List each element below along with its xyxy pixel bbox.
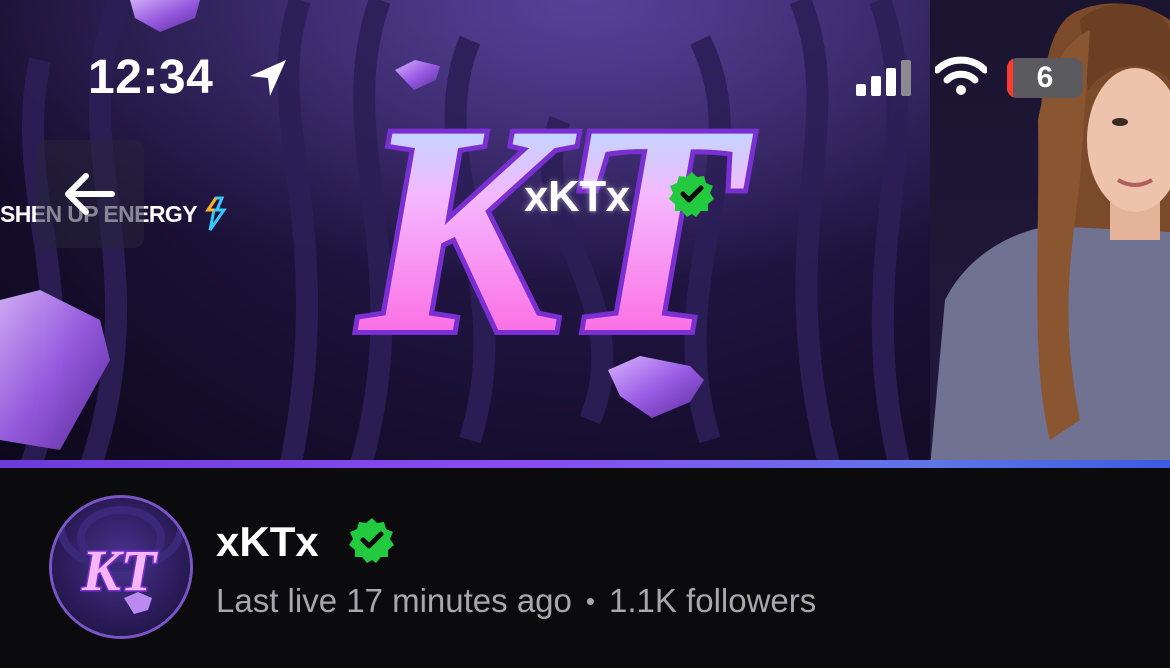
avatar-monogram: KT	[81, 538, 159, 603]
signal-icon	[856, 60, 911, 96]
kt-monogram: KT	[355, 63, 757, 395]
avatar[interactable]: KT	[52, 498, 190, 636]
channel-info: KT xKTx Last live 17 minutes ago • 1.1K …	[0, 468, 1170, 668]
channel-meta: Last live 17 minutes ago • 1.1K follower…	[216, 582, 816, 620]
back-arrow-icon	[65, 173, 115, 215]
wifi-icon	[935, 56, 987, 95]
channel-name[interactable]: xKTx	[216, 518, 319, 566]
location-arrow-icon	[250, 60, 286, 96]
last-live-text: Last live 17 minutes ago	[216, 582, 572, 619]
battery-level: 6	[1036, 61, 1054, 94]
banner-accent-stripe	[0, 460, 1170, 468]
banner-logo-name: xKTx	[524, 172, 630, 221]
energy-bolt-icon	[205, 196, 227, 231]
verified-badge-icon	[669, 172, 714, 217]
meta-separator: •	[585, 585, 595, 616]
screen: KT xKTx SHEN UP ENERGY	[0, 0, 1170, 668]
kt-logo: KT	[350, 58, 762, 400]
status-time: 12:34	[88, 51, 214, 104]
back-button[interactable]	[36, 140, 144, 248]
followers-count[interactable]: 1.1K followers	[609, 582, 816, 620]
channel-banner: KT xKTx SHEN UP ENERGY	[0, 0, 1170, 468]
battery-indicator: 6	[1007, 58, 1083, 98]
verified-badge-icon	[349, 518, 394, 563]
